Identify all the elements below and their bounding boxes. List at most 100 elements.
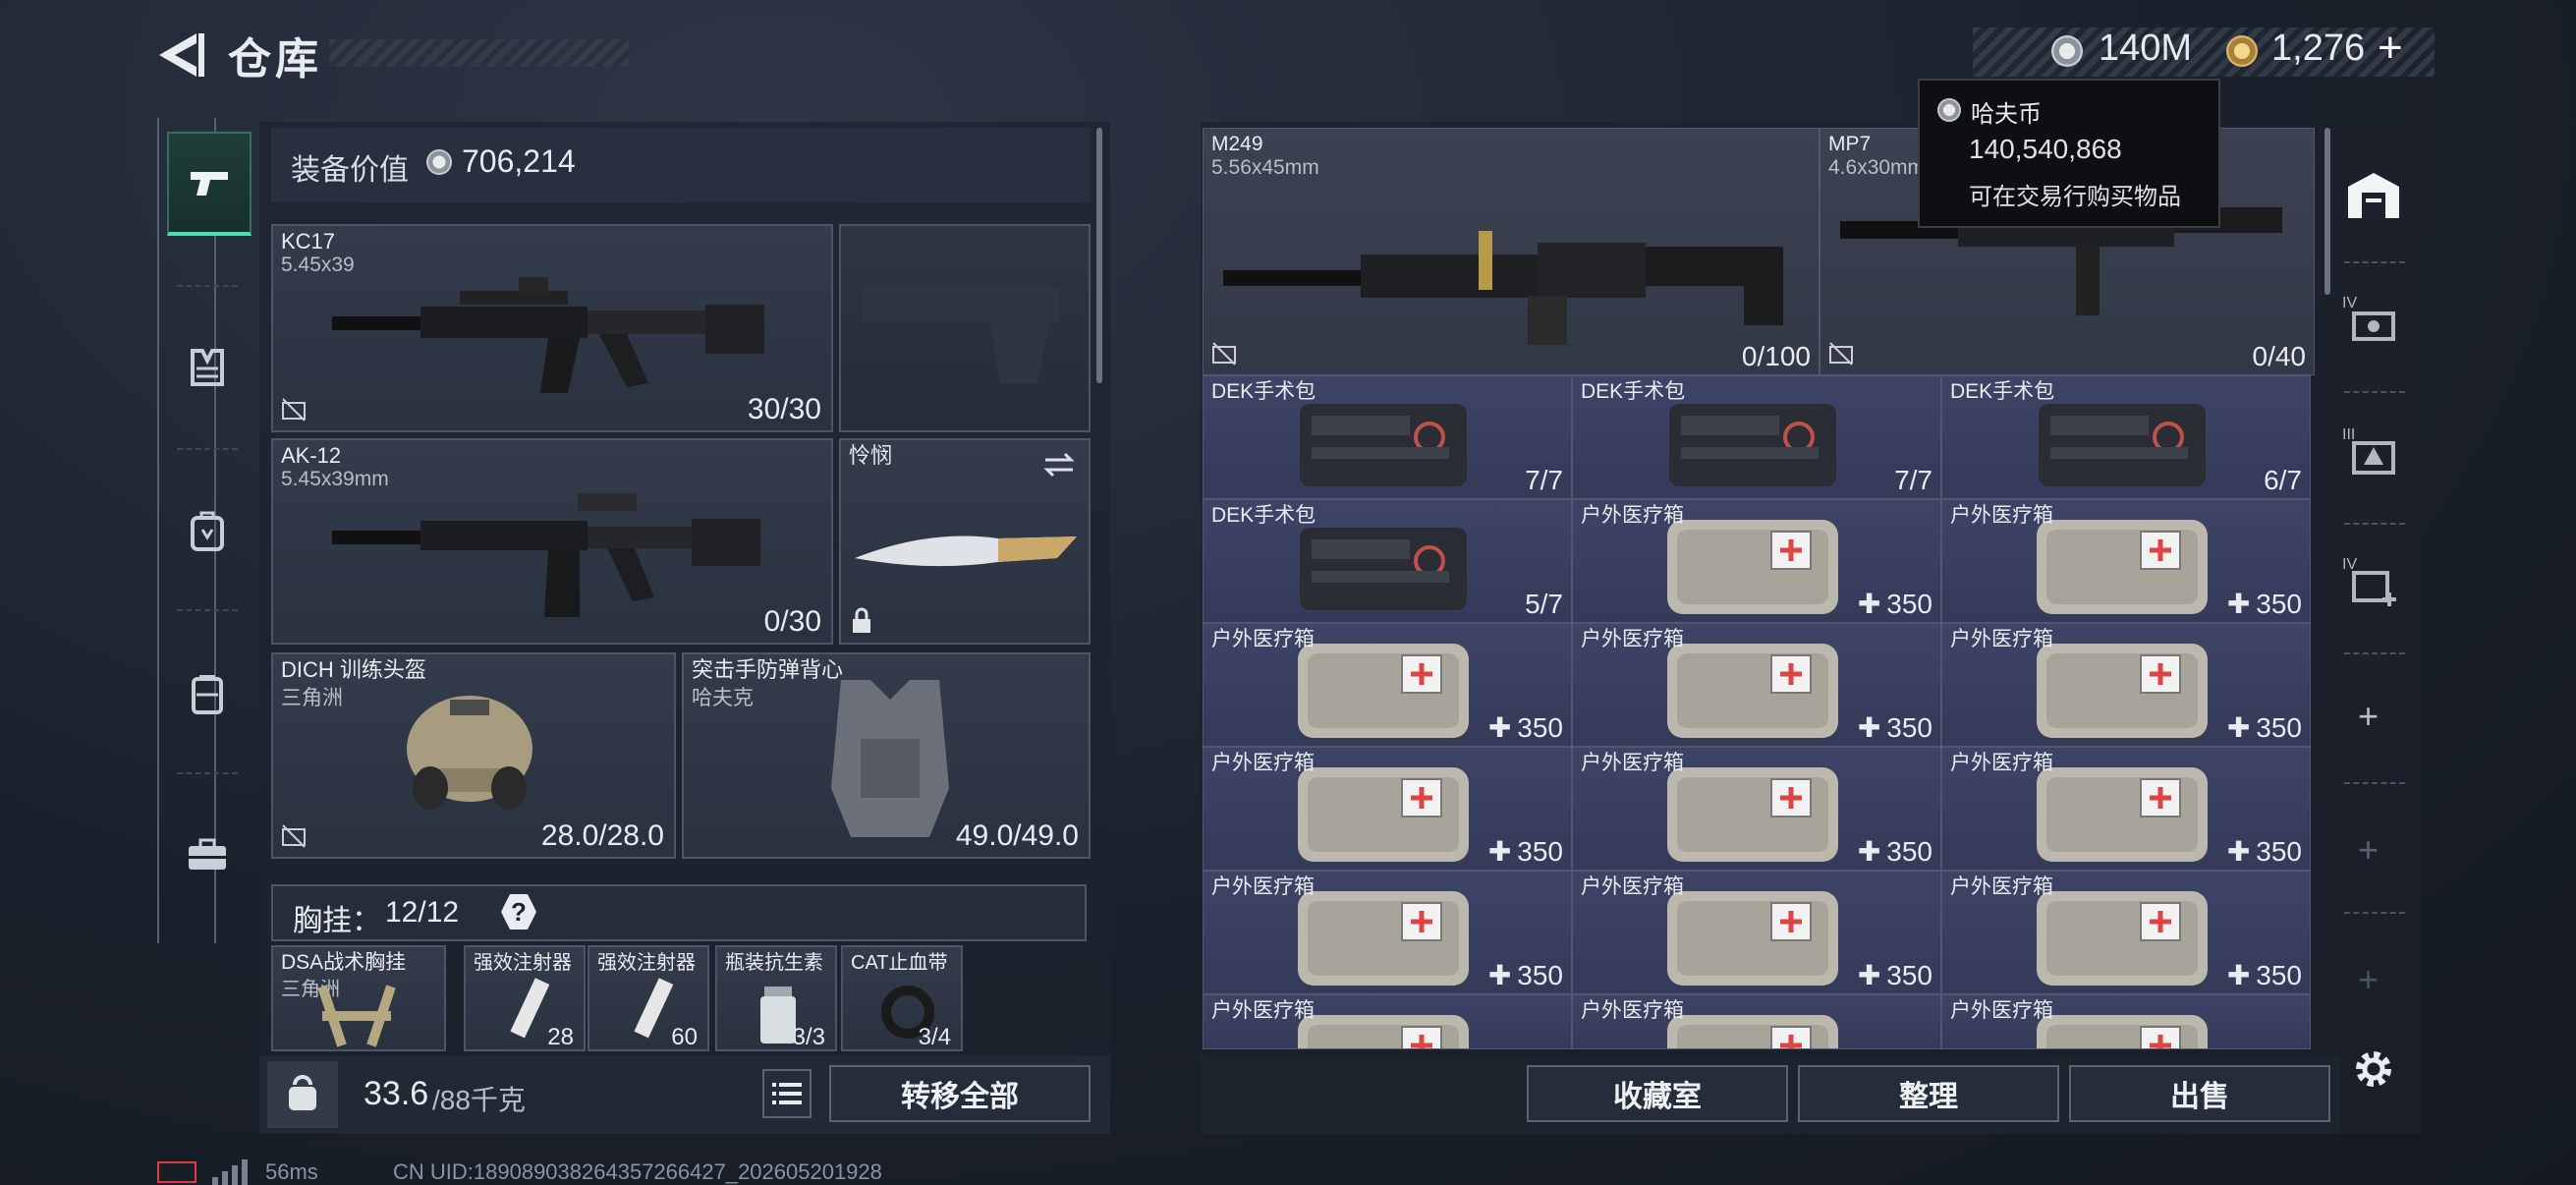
storage-tab-iv-a[interactable]: IV (2334, 285, 2413, 364)
item-value: 5/7 (1525, 589, 1563, 619)
list-icon (772, 1083, 802, 1104)
settings-gear-icon[interactable] (2350, 1045, 2397, 1093)
tier-label: III (2342, 426, 2356, 443)
field-medkit-item[interactable]: 户外医疗箱 ✚ 350 (1203, 623, 1572, 747)
surgery-kit-image (1300, 528, 1467, 610)
primary-weapon-slot-1[interactable]: KC17 5.45x39 30/30 (271, 224, 833, 432)
sort-button[interactable]: 整理 (1798, 1065, 2059, 1122)
tab-weapons[interactable] (167, 132, 252, 236)
field-medkit-item[interactable]: 户外医疗箱 ✚ 350 (1572, 499, 1941, 623)
field-medkit-item[interactable]: 户外医疗箱 ✚ 350 (1203, 747, 1572, 871)
pistol-icon (191, 172, 228, 196)
item-name: M249 (1211, 133, 1263, 155)
surgery-kit-item[interactable]: DEK手术包 6/7 (1941, 375, 2311, 499)
transfer-all-button[interactable]: 转移全部 (829, 1065, 1091, 1122)
rifle-image (332, 493, 760, 617)
uid: CN UID:1890890382643572664​27_2026052019… (393, 1159, 882, 1184)
field-medkit-item[interactable]: 户外医疗箱 ✚ 350 (1572, 747, 1941, 871)
storage-scrollbar[interactable] (2324, 128, 2330, 295)
field-medkit-item[interactable]: 户外医疗箱 (1572, 994, 1941, 1049)
tab-vest[interactable] (167, 318, 248, 417)
collection-room-button[interactable]: 收藏室 (1527, 1065, 1788, 1122)
field-medkit-item[interactable]: 户外医疗箱 ✚ 350 (1572, 623, 1941, 747)
ammo-count: 30/30 (747, 393, 821, 425)
plus-icon: ✚ (1487, 960, 1512, 990)
list-view-button[interactable] (762, 1069, 812, 1118)
field-medkit-image (1667, 1015, 1838, 1048)
add-currency-button[interactable]: + (2378, 24, 2403, 73)
item-value: ✚ 350 (2227, 959, 2302, 991)
field-medkit-item[interactable]: 户外医疗箱 ✚ 350 (1941, 623, 2311, 747)
field-medkit-item[interactable]: 户外医疗箱 ✚ 350 (1941, 499, 2311, 623)
field-medkit-image (1298, 1015, 1469, 1048)
add-storage-button-locked: + (2358, 829, 2380, 870)
field-medkit-image (1667, 644, 1838, 738)
currency-bar (1973, 28, 2435, 77)
add-storage-button[interactable]: + (2358, 696, 2379, 737)
signal-icon (212, 1159, 248, 1185)
back-icon[interactable] (157, 29, 206, 81)
gold-coin-icon (2226, 35, 2258, 67)
equipment-value-label: 装备价值 (291, 154, 409, 187)
injector-slot-2[interactable]: 强效注射器 60 (588, 945, 709, 1051)
field-medkit-image (1298, 767, 1469, 862)
m249-item[interactable]: M249 5.56x45mm 0/100 (1203, 128, 1820, 375)
primary-weapon-slot-2[interactable]: AK-12 5.45x39mm 0/30 (271, 438, 833, 645)
warehouse-icon (2348, 173, 2399, 218)
plus-icon: ✚ (1487, 836, 1512, 867)
tab-backpack[interactable] (167, 481, 248, 580)
storage-tab-warehouse[interactable] (2334, 157, 2413, 236)
tab-case[interactable] (167, 806, 248, 904)
item-name: 户外医疗箱 (1950, 752, 2053, 774)
hafu-balance[interactable]: 140M (2099, 28, 2192, 70)
help-button[interactable]: ? (501, 894, 536, 930)
tier-label: IV (2342, 295, 2358, 311)
item-name: 强效注射器 (474, 952, 572, 974)
item-name: 户外医疗箱 (1211, 752, 1315, 774)
item-name: 瓶装抗生素 (725, 952, 823, 974)
field-medkit-item[interactable]: 户外医疗箱 ✚ 350 (1572, 871, 1941, 994)
field-medkit-item[interactable]: 户外医疗箱 ✚ 350 (1941, 871, 2311, 994)
currency-tooltip: 哈夫币 140,540,868 可在交易行购买物品 (1918, 79, 2220, 228)
lmg-image (1223, 231, 1783, 345)
vest-image (831, 680, 949, 837)
surgery-kit-item[interactable]: DEK手术包 7/7 (1203, 375, 1572, 499)
item-name: 强效注射器 (597, 952, 696, 974)
tourniquet-slot[interactable]: CAT止血带 3/4 (841, 945, 963, 1051)
injector-slot-1[interactable]: 强效注射器 28 (464, 945, 586, 1051)
field-medkit-item[interactable]: 户外医疗箱 (1941, 994, 2311, 1049)
chest-rig-slot[interactable]: DSA战术胸挂 三角洲 (271, 945, 446, 1051)
backpack-icon (191, 511, 224, 551)
battery-icon (157, 1161, 196, 1183)
scrollbar[interactable] (1096, 128, 1102, 383)
swap-icon[interactable] (1041, 450, 1077, 480)
surgery-kit-item[interactable]: DEK手术包 5/7 (1203, 499, 1572, 623)
field-medkit-item[interactable]: 户外医疗箱 (1203, 994, 1572, 1049)
surgery-kit-item[interactable]: DEK手术包 7/7 (1572, 375, 1941, 499)
hafu-coin-icon (426, 149, 452, 175)
item-name: DEK手术包 (1581, 380, 1686, 403)
armor-name: 突击手防弹背心 (692, 657, 844, 682)
storage-tab-iv-b[interactable]: IV (2334, 546, 2413, 625)
item-value: ✚ 350 (2227, 835, 2302, 868)
armor-slot[interactable]: 突击手防弹背心 哈夫克 49.0/49.0 (682, 652, 1091, 859)
tab-pouch[interactable] (167, 645, 248, 743)
weight-current: 33.6 (364, 1075, 429, 1112)
melee-slot[interactable]: 怜悯 (839, 438, 1091, 645)
plus-icon: ✚ (1487, 712, 1512, 743)
field-medkit-item[interactable]: 户外医疗箱 ✚ 350 (1203, 871, 1572, 994)
item-name: CAT止血带 (851, 952, 948, 974)
helmet-brand: 三角洲 (281, 687, 343, 709)
plus-icon: ✚ (1857, 712, 1881, 743)
melee-name: 怜悯 (849, 443, 893, 468)
field-medkit-item[interactable]: 户外医疗箱 ✚ 350 (1941, 747, 2311, 871)
item-name: 户外医疗箱 (1211, 999, 1315, 1022)
antibiotic-slot[interactable]: 瓶装抗生素 3/3 (715, 945, 837, 1051)
ammo-count: 0/100 (1741, 341, 1811, 371)
item-name: 户外医疗箱 (1211, 628, 1315, 650)
storage-tab-iii[interactable]: III (2334, 417, 2413, 495)
pistol-slot[interactable] (839, 224, 1091, 432)
helmet-slot[interactable]: DICH 训练头盔 三角洲 28.0/28.0 (271, 652, 676, 859)
sell-button[interactable]: 出售 (2069, 1065, 2330, 1122)
durability-value: 350 (1886, 836, 1932, 867)
